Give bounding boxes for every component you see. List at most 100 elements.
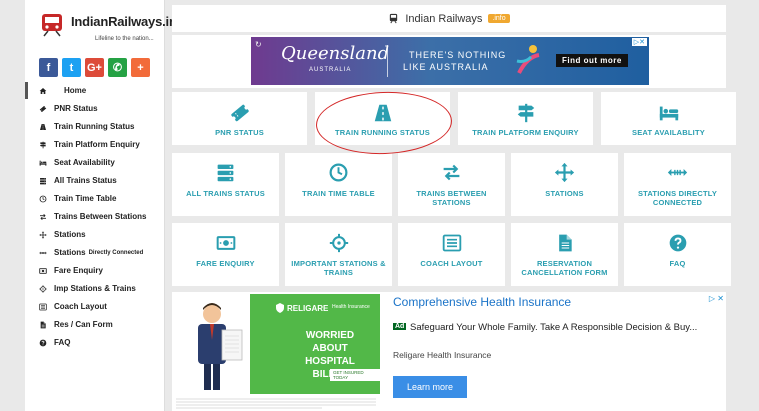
signpost-icon: [37, 141, 49, 149]
sidebar-item-home[interactable]: Home: [25, 82, 164, 99]
religare-ad-image[interactable]: RELIGARE Health Insurance WORRIED ABOUT …: [172, 294, 380, 409]
ad-image-cta: GET INSURED TODAY: [330, 369, 380, 381]
ticket-icon: [37, 105, 49, 113]
sidebar-item-faq[interactable]: FAQ: [25, 334, 164, 351]
sidebar-item-label: Home: [64, 86, 87, 95]
sidebar-item-imp-stations-trains[interactable]: Imp Stations & Trains: [25, 280, 164, 297]
adchoices-icon[interactable]: ▷✕: [631, 38, 647, 46]
tile-label: RESERVATION CANCELLATION FORM: [521, 259, 608, 277]
sidebar-item-coach-layout[interactable]: Coach Layout: [25, 298, 164, 315]
bottom-ad-slot: RELIGARE Health Insurance WORRIED ABOUT …: [172, 292, 726, 411]
sidebar-item-train-time-table[interactable]: Train Time Table: [25, 190, 164, 207]
list-icon: [398, 233, 505, 253]
tile-reservation-cancellation-form[interactable]: RESERVATION CANCELLATION FORM: [511, 223, 618, 286]
google-plus-button[interactable]: G+: [85, 58, 104, 77]
tile-label: TRAIN PLATFORM ENQUIRY: [472, 128, 579, 137]
learn-more-button[interactable]: Learn more: [393, 376, 467, 398]
share-button[interactable]: +: [131, 58, 150, 77]
tile-faq[interactable]: FAQ: [624, 223, 731, 286]
tile-train-platform-enquiry[interactable]: TRAIN PLATFORM ENQUIRY: [458, 92, 593, 145]
sidebar-item-label: Train Time Table: [54, 194, 117, 203]
move-icon: [511, 162, 618, 183]
whatsapp-button[interactable]: ✆: [108, 58, 127, 77]
crosshair-icon: [285, 233, 392, 253]
sidebar-item-train-running-status[interactable]: Train Running Status: [25, 118, 164, 135]
shield-icon: [276, 303, 284, 313]
crosshair-icon: [37, 284, 49, 293]
ad-image-brand: RELIGARE: [287, 304, 329, 313]
tile-stations[interactable]: STATIONS: [511, 153, 618, 216]
tile-label: STATIONS DIRECTLY CONNECTED: [637, 189, 718, 207]
sidebar-item-stations-directly-connected[interactable]: Stations Directly Connected: [25, 244, 164, 261]
money-icon: [172, 233, 279, 253]
sidebar-item-label: Stations: [54, 230, 86, 239]
ad-refresh-icon: ↻: [255, 40, 262, 49]
tile-important-stations-trains[interactable]: IMPORTANT STATIONS & TRAINS: [285, 223, 392, 286]
list-icon: [37, 303, 49, 311]
brand-tagline: Lifeline to the nation...: [95, 36, 154, 42]
sidebar-item-label: Res / Can Form: [54, 320, 113, 329]
tile-label: PNR STATUS: [215, 128, 264, 137]
bed-icon: [601, 102, 736, 124]
train-front-icon: [390, 13, 398, 24]
page-header: Indian Railways .info: [172, 5, 726, 32]
sidebar-item-pnr-status[interactable]: PNR Status: [25, 100, 164, 117]
sidebar-item-label: Train Platform Enquiry: [54, 140, 140, 149]
sidebar-item-label: Seat Availability: [54, 158, 115, 167]
tile-label: TRAIN RUNNING STATUS: [335, 128, 430, 137]
ad-brand-sub: AUSTRALIA: [309, 67, 352, 73]
road-icon: [315, 102, 450, 124]
twitter-button[interactable]: t: [62, 58, 81, 77]
tile-label: ALL TRAINS STATUS: [186, 189, 265, 198]
ad-badge: Ad: [393, 323, 407, 330]
sidebar-item-all-trains-status[interactable]: All Trains Status: [25, 172, 164, 189]
sidebar-item-seat-availability[interactable]: Seat Availability: [25, 154, 164, 171]
tile-pnr-status[interactable]: PNR STATUS: [172, 92, 307, 145]
ad-line-1: THERE'S NOTHING: [409, 50, 507, 60]
sidebar: IndianRailways.info Lifeline to the nati…: [25, 0, 189, 411]
tile-label: TRAINS BETWEEN STATIONS: [416, 189, 487, 207]
ticket-icon: [172, 102, 307, 124]
move-icon: [37, 230, 49, 239]
swap-icon: [37, 213, 49, 221]
swimmer-icon: [516, 45, 540, 74]
sidebar-item-label: Coach Layout: [54, 302, 107, 311]
tile-label: IMPORTANT STATIONS & TRAINS: [291, 259, 386, 277]
clock-icon: [37, 195, 49, 203]
question-icon: [37, 339, 49, 347]
ad-advertiser: Religare Health Insurance: [393, 350, 492, 360]
ad-image-brand-sub: Health Insurance: [332, 304, 370, 310]
tile-all-trains-status[interactable]: ALL TRAINS STATUS: [172, 153, 279, 216]
header-badge: .info: [488, 14, 510, 23]
sidebar-item-stations[interactable]: Stations: [25, 226, 164, 243]
sidebar-item-train-platform-enquiry[interactable]: Train Platform Enquiry: [25, 136, 164, 153]
sidebar-item-label: Fare Enquiry: [54, 266, 103, 275]
queensland-ad-banner[interactable]: ↻ Queensland AUSTRALIA THERE'S NOTHING L…: [251, 37, 649, 85]
sidebar-item-res-can-form[interactable]: Res / Can Form: [25, 316, 164, 333]
tile-fare-enquiry[interactable]: FARE ENQUIRY: [172, 223, 279, 286]
tile-stations-directly-connected[interactable]: STATIONS DIRECTLY CONNECTED: [624, 153, 731, 216]
ad-cta-button[interactable]: Find out more: [556, 54, 628, 67]
clock-icon: [285, 162, 392, 183]
facebook-button[interactable]: f: [39, 58, 58, 77]
sidebar-item-trains-between-stations[interactable]: Trains Between Stations: [25, 208, 164, 225]
road-icon: [37, 123, 49, 131]
top-ad-slot: ↻ Queensland AUSTRALIA THERE'S NOTHING L…: [172, 35, 726, 88]
money-icon: [37, 267, 49, 275]
tile-train-running-status[interactable]: TRAIN RUNNING STATUS: [315, 92, 450, 145]
tile-train-time-table[interactable]: TRAIN TIME TABLE: [285, 153, 392, 216]
tile-trains-between-stations[interactable]: TRAINS BETWEEN STATIONS: [398, 153, 505, 216]
adchoices-icon[interactable]: ▷ ✕: [709, 294, 724, 303]
ad-heading-link[interactable]: Comprehensive Health Insurance: [393, 295, 571, 309]
brand-name: IndianRailways.info: [71, 14, 189, 29]
file-icon: [511, 233, 618, 253]
sidebar-item-label: Trains Between Stations: [54, 212, 147, 221]
tile-coach-layout[interactable]: COACH LAYOUT: [398, 223, 505, 286]
server-icon: [37, 177, 49, 185]
sidebar-item-fare-enquiry[interactable]: Fare Enquiry: [25, 262, 164, 279]
tile-seat-availablity[interactable]: SEAT AVAILABLITY: [601, 92, 736, 145]
site-logo[interactable]: IndianRailways.info Lifeline to the nati…: [39, 10, 189, 54]
ad-fine-print: [172, 396, 380, 409]
train-icon: [42, 14, 62, 37]
header-title: Indian Railways: [405, 12, 483, 25]
